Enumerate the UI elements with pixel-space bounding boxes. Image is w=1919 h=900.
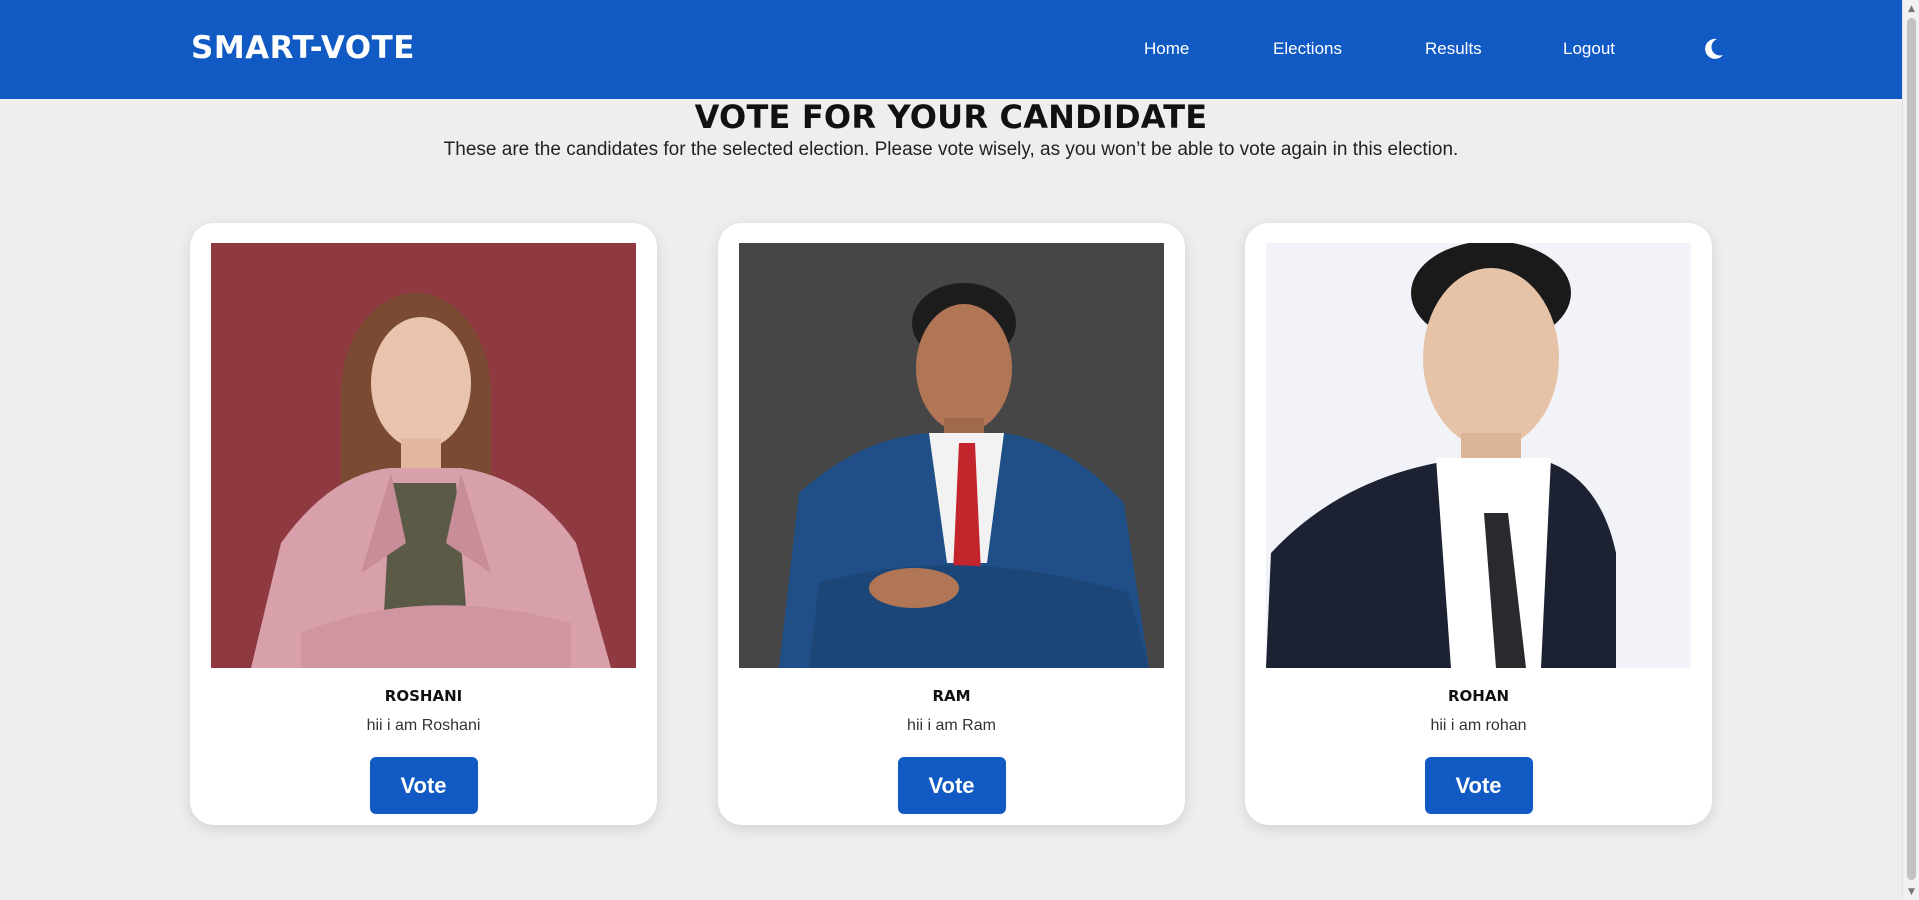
candidate-card: RAM hii i am Ram Vote [718, 223, 1185, 825]
candidate-name: RAM [932, 687, 971, 705]
vote-button[interactable]: Vote [897, 757, 1006, 814]
candidate-card: ROHAN hii i am rohan Vote [1245, 223, 1712, 825]
scroll-up-arrow-icon[interactable]: ▲ [1903, 0, 1919, 17]
vote-button[interactable]: Vote [1424, 757, 1533, 814]
page-title: VOTE FOR YOUR CANDIDATE [694, 98, 1208, 136]
page-subtitle: These are the candidates for the selecte… [443, 139, 1459, 160]
candidate-photo [211, 243, 636, 668]
candidate-photo [739, 243, 1164, 668]
candidate-card: ROSHANI hii i am Roshani Vote [190, 223, 657, 825]
nav-home-link[interactable]: Home [1144, 39, 1189, 59]
candidate-description: hii i am Roshani [366, 717, 481, 734]
candidate-name: ROHAN [1447, 687, 1510, 705]
candidate-description: hii i am rohan [1430, 717, 1527, 734]
vote-button[interactable]: Vote [369, 757, 478, 814]
scroll-down-arrow-icon[interactable]: ▼ [1903, 883, 1919, 900]
navbar: SMART-VOTE Home Elections Results Logout [0, 0, 1902, 99]
brand-logo[interactable]: SMART-VOTE [191, 30, 415, 66]
nav-results-link[interactable]: Results [1425, 39, 1482, 59]
moon-icon[interactable] [1700, 36, 1726, 62]
candidate-description: hii i am Ram [907, 717, 996, 734]
nav-logout-link[interactable]: Logout [1563, 39, 1615, 59]
nav-elections-link[interactable]: Elections [1273, 39, 1342, 59]
page-scrollbar[interactable]: ▲ ▼ [1902, 0, 1919, 900]
scroll-thumb[interactable] [1907, 18, 1916, 880]
candidate-name: ROSHANI [384, 687, 463, 705]
candidate-photo [1266, 243, 1691, 668]
